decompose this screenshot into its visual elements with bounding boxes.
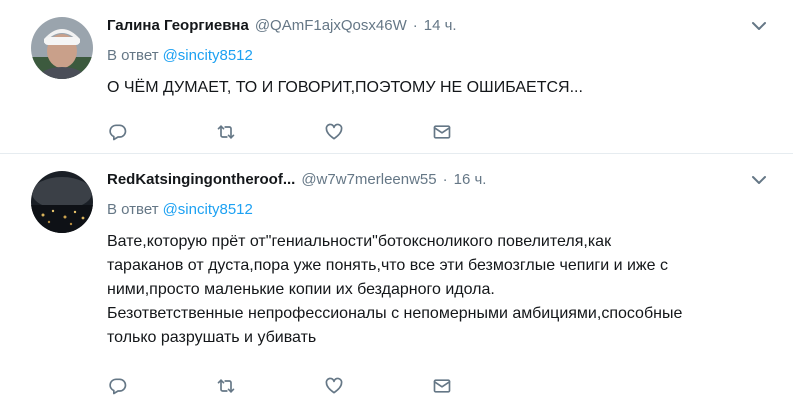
retweet-button[interactable] — [216, 120, 324, 144]
tweet-actions — [108, 120, 540, 144]
user-handle[interactable]: @QAmF1ajxQosx46W — [255, 17, 407, 34]
like-button[interactable] — [324, 374, 432, 398]
display-name[interactable]: RedKatsingingontheroof... — [107, 171, 295, 188]
reply-button[interactable] — [108, 120, 216, 144]
tweet: Галина Георгиевна @QAmF1ajxQosx46W · 14 ч. … — [0, 0, 793, 154]
tweet-header: RedKatsingingontheroof... @w7w7merleenw55… — [107, 169, 486, 191]
avatar[interactable] — [31, 171, 93, 233]
retweet-icon — [217, 379, 235, 393]
reply-prefix: В ответ — [107, 47, 159, 64]
like-button[interactable] — [324, 120, 432, 144]
reply-icon — [109, 378, 127, 395]
tweet: RedKatsingingontheroof... @w7w7merleenw55… — [0, 154, 793, 411]
message-icon — [433, 125, 451, 139]
caret-down-icon[interactable] — [751, 20, 767, 32]
tweet-text: Вате,которую прёт от"гениальности"ботокс… — [107, 230, 767, 350]
message-button[interactable] — [432, 120, 540, 144]
separator: · — [412, 17, 418, 34]
reply-button[interactable] — [108, 374, 216, 398]
message-icon — [433, 379, 451, 393]
timestamp[interactable]: 16 ч. — [454, 171, 487, 188]
tweet-text: О ЧЁМ ДУМАЕТ, ТО И ГОВОРИТ,ПОЭТОМУ НЕ ОШ… — [107, 79, 583, 96]
reply-context: В ответ @sincity8512 — [107, 45, 253, 67]
reply-prefix: В ответ — [107, 201, 159, 218]
tweet-header: Галина Георгиевна @QAmF1ajxQosx46W · 14 ч. — [107, 15, 457, 37]
reply-user-link[interactable]: @sincity8512 — [163, 47, 253, 64]
tweet-text-line: тараканов от дуста,пора уже понять,что в… — [107, 257, 668, 274]
display-name[interactable]: Галина Георгиевна — [107, 17, 249, 34]
message-button[interactable] — [432, 374, 540, 398]
like-icon — [325, 123, 343, 140]
user-handle[interactable]: @w7w7merleenw55 — [301, 171, 436, 188]
tweet-text-line: только разрушать и убивать — [107, 329, 317, 346]
separator: · — [442, 171, 448, 188]
avatar[interactable] — [31, 17, 93, 79]
reply-user-link[interactable]: @sincity8512 — [163, 201, 253, 218]
caret-down-icon[interactable] — [751, 174, 767, 186]
reply-icon — [109, 124, 127, 141]
tweet-text-line: ними,просто маленькие копии их бездарног… — [107, 281, 495, 298]
retweet-icon — [217, 125, 235, 139]
tweet-text-line: Безответственные непрофессионалы с непом… — [107, 305, 683, 322]
retweet-button[interactable] — [216, 374, 324, 398]
tweet-actions — [108, 374, 540, 398]
like-icon — [325, 377, 343, 394]
tweet-text-line: Вате,которую прёт от"гениальности"ботокс… — [107, 233, 612, 250]
reply-context: В ответ @sincity8512 — [107, 199, 253, 221]
timestamp[interactable]: 14 ч. — [424, 17, 457, 34]
